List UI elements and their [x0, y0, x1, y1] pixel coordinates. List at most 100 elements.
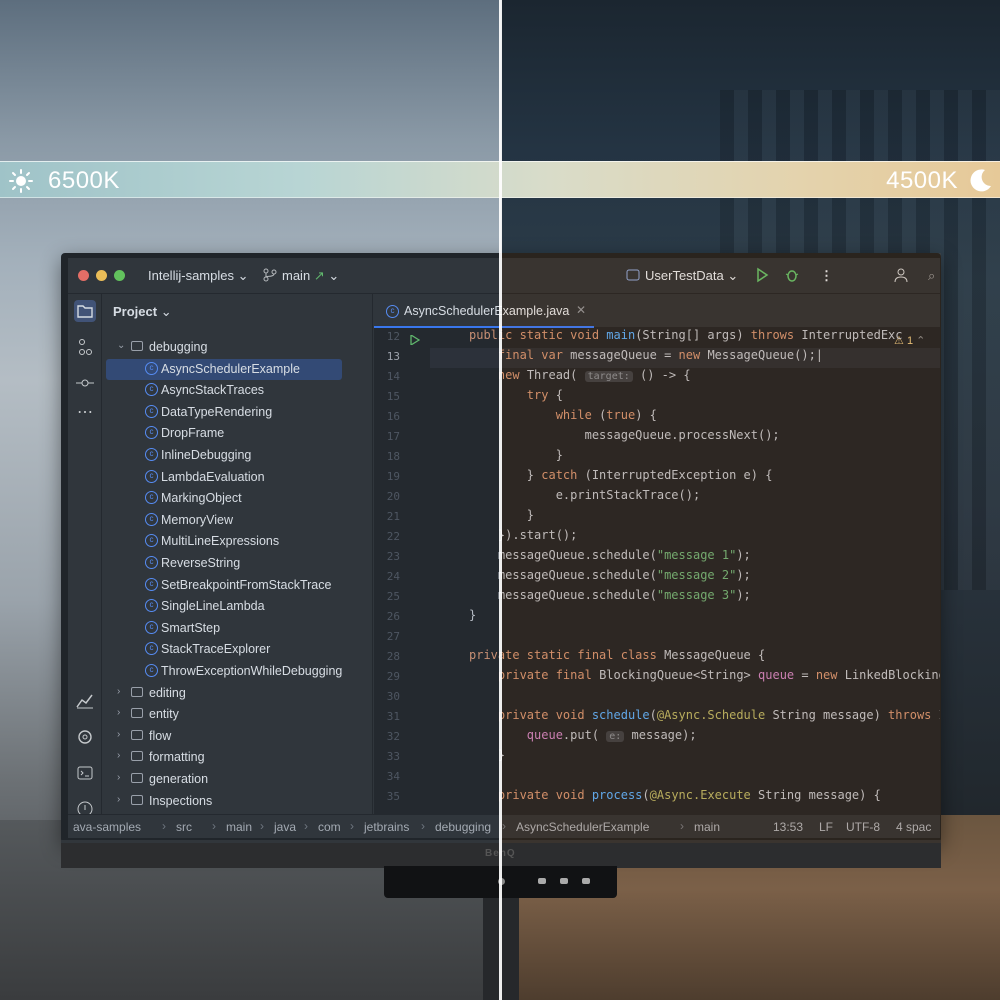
tree-class-item[interactable]: c DropFrame — [103, 423, 371, 444]
tree-item-label: LambdaEvaluation — [161, 469, 265, 484]
java-class-icon: c — [145, 512, 158, 526]
commit-icon[interactable] — [74, 372, 96, 394]
tree-item-label: debugging — [149, 340, 208, 354]
chevron-down-icon[interactable]: ⌄ — [117, 340, 125, 351]
structure-icon[interactable] — [74, 336, 96, 358]
breadcrumb-item[interactable]: main — [226, 820, 252, 834]
minimize-window-button[interactable] — [96, 270, 107, 281]
tree-class-item[interactable]: c ThrowExceptionWhileDebugging — [103, 661, 371, 682]
status-bar: ava-samples › src › main › java › com › jetbrains ›… — [68, 814, 940, 838]
line-separator[interactable]: LF — [819, 820, 833, 834]
more-actions-icon[interactable]: ⋮ — [820, 268, 833, 284]
run-icon[interactable] — [754, 267, 770, 283]
tree-item-label: MemoryView — [161, 512, 234, 527]
java-class-icon: c — [145, 534, 158, 548]
tree-class-item[interactable]: c SetBreakpointFromStackTrace — [103, 575, 371, 596]
breadcrumb-item[interactable]: java — [274, 820, 296, 834]
tree-item-label: SmartStep — [161, 620, 221, 635]
breadcrumb-item[interactable]: ava-samples — [73, 820, 141, 834]
breadcrumb-item[interactable]: src — [176, 820, 192, 834]
terminal-icon[interactable] — [74, 762, 96, 784]
tree-class-item[interactable]: c SmartStep — [103, 618, 371, 639]
tree-folder-item[interactable]: ⌄ debugging — [103, 337, 371, 358]
tree-item-label: MarkingObject — [161, 491, 242, 506]
control-button[interactable] — [538, 878, 546, 884]
search-icon[interactable]: ⌕ — [928, 268, 935, 284]
tool-window-strip: ⋯ — [68, 294, 102, 838]
file-encoding[interactable]: UTF-8 — [846, 820, 880, 834]
sun-icon — [9, 169, 33, 193]
code-area[interactable]: public static void main(String[] args) t… — [374, 328, 940, 814]
tree-class-item[interactable]: c AsyncStackTraces — [103, 380, 371, 401]
tree-class-item[interactable]: c MemoryView — [103, 510, 371, 531]
tree-class-item[interactable]: c StackTraceExplorer — [103, 639, 371, 660]
branch-icon — [263, 268, 277, 282]
tree-class-item[interactable]: c MarkingObject — [103, 488, 371, 509]
breadcrumb-item[interactable]: AsyncSchedulerExample — [516, 820, 649, 834]
chevron-right-icon[interactable]: › — [117, 750, 120, 761]
chevron-down-icon: ⌄ — [160, 304, 172, 319]
control-button[interactable] — [560, 878, 568, 884]
java-class-icon: c — [145, 620, 158, 634]
java-class-icon: c — [145, 469, 158, 483]
profiler-icon[interactable] — [74, 690, 96, 712]
breadcrumb-item[interactable]: jetbrains — [364, 820, 409, 834]
tree-item-label: formatting — [149, 750, 205, 765]
tree-folder-item[interactable]: › editing — [103, 683, 371, 704]
more-tools-icon[interactable]: ⋯ — [74, 402, 96, 424]
tree-folder-item[interactable]: › flow — [103, 726, 371, 747]
project-panel-title[interactable]: Project ⌄ — [113, 304, 172, 320]
cool-temperature-label: 6500K — [48, 167, 120, 194]
chevron-right-icon[interactable]: › — [117, 794, 120, 805]
run-config-selector[interactable]: UserTestData ⌄ — [645, 268, 738, 284]
control-button[interactable] — [582, 878, 590, 884]
java-class-icon: c — [145, 404, 158, 418]
chevron-right-icon[interactable]: › — [117, 729, 120, 740]
java-class-icon: c — [145, 577, 158, 591]
code-line: } catch (InterruptedException e) { — [469, 468, 773, 482]
java-class-icon: c — [145, 426, 158, 440]
tree-item-label: editing — [149, 685, 186, 700]
close-tab-icon[interactable]: ✕ — [576, 303, 586, 317]
tree-folder-item[interactable]: › entity — [103, 704, 371, 725]
breadcrumb-item[interactable]: com — [318, 820, 341, 834]
cursor-position[interactable]: 13:53 — [773, 820, 803, 834]
services-icon[interactable] — [74, 726, 96, 748]
chevron-right-icon: › — [304, 819, 308, 833]
tree-class-item[interactable]: c AsyncSchedulerExample — [106, 358, 342, 380]
code-line: e.printStackTrace(); — [469, 488, 701, 502]
tree-class-item[interactable]: c MultiLineExpressions — [103, 531, 371, 552]
editor-tab[interactable]: c AsyncSchedulerExample.java ✕ — [374, 294, 594, 328]
indent-setting[interactable]: 4 spac — [896, 820, 931, 834]
chevron-right-icon[interactable]: › — [117, 686, 120, 697]
chevron-right-icon[interactable]: › — [117, 707, 120, 718]
run-config-icon — [626, 269, 640, 281]
branch-selector[interactable]: main ↗ ⌄ — [282, 268, 339, 284]
project-folder-icon[interactable] — [74, 300, 96, 322]
tree-class-item[interactable]: c LambdaEvaluation — [103, 467, 371, 488]
chevron-right-icon: › — [260, 819, 264, 833]
tree-class-item[interactable]: c SingleLineLambda — [103, 596, 371, 617]
tree-folder-item[interactable]: › generation — [103, 769, 371, 790]
project-selector[interactable]: Intellij-samples ⌄ — [148, 268, 249, 284]
java-class-icon: c — [145, 448, 158, 461]
maximize-window-button[interactable] — [114, 270, 125, 281]
breadcrumb-item[interactable]: main — [694, 820, 720, 834]
tree-class-item[interactable]: c ReverseString — [103, 553, 371, 574]
tree-class-item[interactable]: c DataTypeRendering — [103, 402, 371, 423]
tree-folder-item[interactable]: › formatting — [103, 747, 371, 768]
tree-folder-item[interactable]: › Inspections — [103, 791, 371, 812]
code-line: private final BlockingQueue<String> queu… — [497, 668, 940, 682]
folder-icon — [131, 729, 143, 740]
chevron-right-icon: › — [680, 819, 684, 833]
breadcrumb-item[interactable]: debugging — [435, 820, 491, 834]
tree-class-item[interactable]: c InlineDebugging — [103, 445, 371, 466]
chevron-right-icon[interactable]: › — [117, 772, 120, 783]
close-window-button[interactable] — [78, 270, 89, 281]
code-line: messageQueue.processNext(); — [469, 428, 780, 442]
code-editor[interactable]: c AsyncSchedulerExample.java ✕ 12 13 14 15 1… — [374, 294, 940, 814]
user-icon[interactable] — [894, 267, 910, 283]
project-name: Intellij-samples — [148, 268, 234, 283]
debug-icon[interactable] — [784, 267, 800, 283]
project-panel-header: Project — [113, 304, 158, 319]
